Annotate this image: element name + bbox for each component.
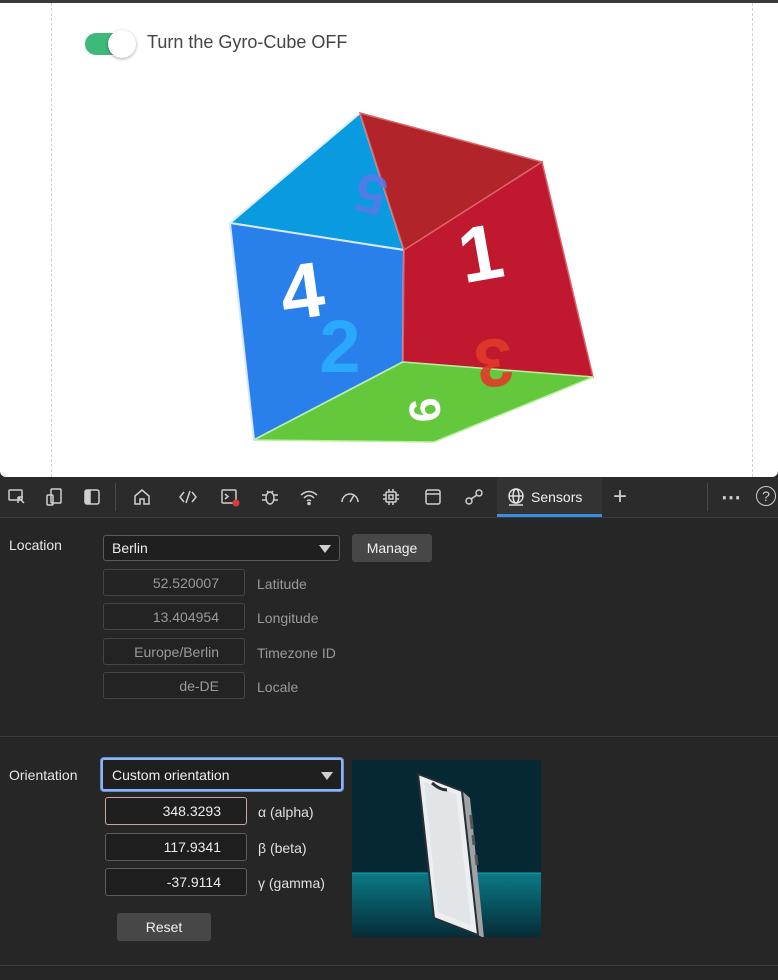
help-icon[interactable]: ? xyxy=(756,486,776,506)
locale-label: Locale xyxy=(257,679,299,695)
toolbar-divider xyxy=(115,483,116,511)
alpha-input[interactable]: 348.3293 xyxy=(105,797,247,825)
home-icon[interactable] xyxy=(130,485,154,509)
location-selected-value: Berlin xyxy=(112,540,148,556)
chevron-down-icon xyxy=(321,772,333,780)
sensors-panel: Location Berlin Manage 52.520007 Latitud… xyxy=(0,518,778,980)
device-emulation-icon[interactable] xyxy=(42,485,66,509)
gamma-label: γ (gamma) xyxy=(258,875,325,891)
longitude-field[interactable]: 13.404954 xyxy=(103,603,245,630)
reset-button[interactable]: Reset xyxy=(117,913,211,941)
orientation-label: Orientation xyxy=(9,767,78,783)
network-icon[interactable] xyxy=(297,485,321,509)
devtools-toolbar: Sensors + ⋯ ? xyxy=(0,477,778,518)
elements-icon[interactable] xyxy=(176,485,200,509)
dock-panel-icon[interactable] xyxy=(80,485,104,509)
gamma-input[interactable]: -37.9114 xyxy=(105,868,247,896)
tab-sensors-label: Sensors xyxy=(531,489,583,505)
orientation-select[interactable]: Custom orientation xyxy=(101,758,343,791)
tab-sensors[interactable]: Sensors xyxy=(497,477,602,517)
longitude-label: Longitude xyxy=(257,610,319,626)
gyro-cube: 5 1 3 4 2 6 xyxy=(227,111,594,443)
location-select[interactable]: Berlin xyxy=(103,535,340,561)
beta-label: β (beta) xyxy=(258,840,307,856)
location-label: Location xyxy=(9,537,62,553)
web-page-viewport: Turn the Gyro-Cube OFF 5 1 3 4 2 6 xyxy=(0,0,778,477)
performance-icon[interactable] xyxy=(338,485,362,509)
manage-button[interactable]: Manage xyxy=(352,534,432,562)
cube-number: 6 xyxy=(400,396,451,425)
alpha-label: α (alpha) xyxy=(258,804,314,820)
beta-input[interactable]: 117.9341 xyxy=(105,833,247,861)
section-divider xyxy=(0,965,778,966)
toolbar-divider xyxy=(707,483,708,511)
locale-field[interactable]: de-DE xyxy=(103,672,245,699)
sources-icon[interactable] xyxy=(258,485,282,509)
inspect-icon[interactable] xyxy=(5,485,29,509)
more-icon[interactable]: ⋯ xyxy=(719,485,743,509)
orientation-selected-value: Custom orientation xyxy=(112,767,230,783)
memory-icon[interactable] xyxy=(379,485,403,509)
latitude-label: Latitude xyxy=(257,576,307,592)
add-tab-icon[interactable]: + xyxy=(608,483,632,510)
timezone-field[interactable]: Europe/Berlin xyxy=(103,638,245,665)
active-tab-indicator xyxy=(497,514,602,517)
phone-3d-model[interactable] xyxy=(352,760,541,937)
section-divider xyxy=(0,736,778,737)
console-icon[interactable] xyxy=(218,485,242,509)
connections-icon[interactable] xyxy=(462,485,486,509)
sensors-globe-icon xyxy=(508,488,524,506)
latitude-field[interactable]: 52.520007 xyxy=(103,569,245,596)
application-icon[interactable] xyxy=(421,485,445,509)
cube-number: 2 xyxy=(319,305,360,388)
chevron-down-icon xyxy=(319,545,331,553)
device-orientation-preview[interactable] xyxy=(352,760,541,937)
timezone-label: Timezone ID xyxy=(257,645,336,661)
